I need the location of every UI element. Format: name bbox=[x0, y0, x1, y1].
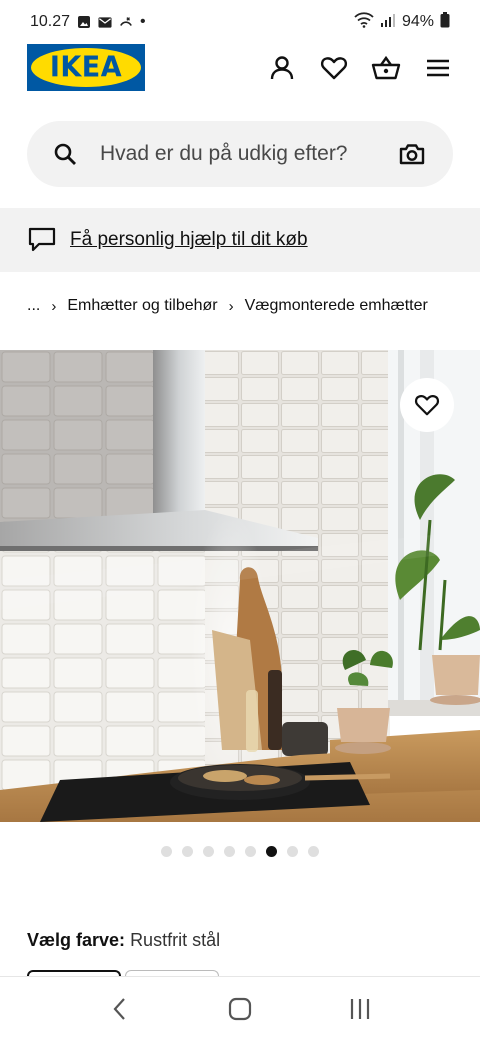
status-time: 10.27 bbox=[30, 13, 71, 30]
chat-icon bbox=[28, 227, 56, 252]
breadcrumb-item[interactable]: Vægmonterede emhætter bbox=[245, 297, 428, 315]
search-input[interactable] bbox=[100, 142, 380, 166]
signal-icon bbox=[380, 13, 396, 32]
basket-button[interactable] bbox=[370, 52, 402, 84]
carousel-dot-active[interactable] bbox=[266, 846, 277, 857]
status-dot: • bbox=[140, 13, 146, 30]
missed-call-icon bbox=[119, 15, 133, 29]
color-value: Rustfrit stål bbox=[130, 930, 221, 950]
carousel-dots bbox=[0, 846, 480, 857]
help-banner[interactable]: Få personlig hjælp til dit køb bbox=[0, 208, 480, 272]
battery-icon bbox=[440, 11, 450, 33]
menu-icon bbox=[427, 59, 449, 77]
wifi-icon bbox=[354, 11, 374, 33]
heart-icon bbox=[414, 395, 440, 416]
breadcrumb-separator: › bbox=[228, 297, 234, 315]
back-button[interactable] bbox=[100, 989, 140, 1029]
menu-button[interactable] bbox=[422, 52, 454, 84]
camera-search-button[interactable] bbox=[397, 139, 427, 169]
product-image[interactable] bbox=[0, 350, 480, 822]
carousel-dot[interactable] bbox=[287, 846, 298, 857]
breadcrumb-item[interactable]: Emhætter og tilbehør bbox=[67, 297, 217, 315]
carousel-dot[interactable] bbox=[308, 846, 319, 857]
help-link[interactable]: Få personlig hjælp til dit køb bbox=[70, 229, 308, 251]
home-icon bbox=[228, 997, 252, 1020]
color-label: Vælg farve: bbox=[27, 930, 126, 950]
breadcrumb-separator: › bbox=[51, 297, 57, 315]
color-selection: Vælg farve: Rustfrit stål bbox=[27, 930, 220, 951]
user-icon bbox=[270, 56, 294, 80]
heart-icon bbox=[320, 57, 348, 80]
camera-icon bbox=[399, 144, 425, 165]
recents-icon bbox=[350, 998, 370, 1019]
status-bar: 10.27 • 94% bbox=[0, 0, 480, 44]
search-bar[interactable] bbox=[27, 121, 453, 187]
back-icon bbox=[113, 997, 125, 1020]
favourites-button[interactable] bbox=[318, 52, 350, 84]
breadcrumb-ellipsis[interactable]: ... bbox=[27, 297, 40, 315]
mail-icon bbox=[98, 15, 112, 29]
header: IKEA bbox=[0, 44, 480, 104]
basket-icon bbox=[371, 55, 401, 80]
image-icon bbox=[77, 15, 91, 29]
add-to-favourites-button[interactable] bbox=[400, 378, 454, 432]
home-button[interactable] bbox=[220, 989, 260, 1029]
carousel-dot[interactable] bbox=[224, 846, 235, 857]
carousel-dot[interactable] bbox=[182, 846, 193, 857]
ikea-logo[interactable]: IKEA bbox=[27, 44, 145, 91]
logo-text: IKEA bbox=[49, 51, 123, 84]
breadcrumb: ... › Emhætter og tilbehør › Vægmontered… bbox=[27, 294, 428, 318]
battery-percent: 94% bbox=[401, 13, 434, 30]
carousel-dot[interactable] bbox=[245, 846, 256, 857]
carousel-dot[interactable] bbox=[203, 846, 214, 857]
carousel-dot[interactable] bbox=[161, 846, 172, 857]
system-nav-bar bbox=[0, 976, 480, 1040]
logo-ellipse: IKEA bbox=[31, 48, 141, 87]
account-button[interactable] bbox=[266, 52, 298, 84]
recents-button[interactable] bbox=[340, 989, 380, 1029]
search-icon[interactable] bbox=[53, 142, 77, 166]
